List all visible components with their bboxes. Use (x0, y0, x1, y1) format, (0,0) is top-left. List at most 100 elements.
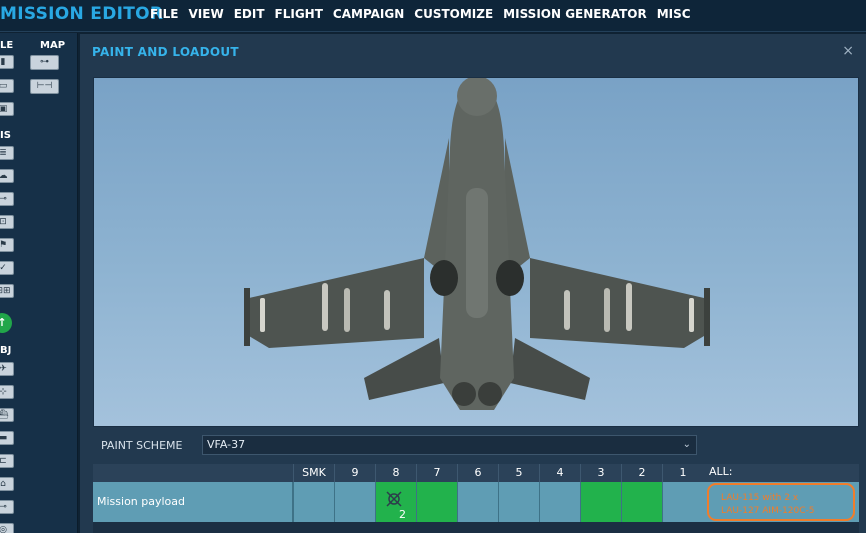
pylon-header-9: 9 (334, 464, 375, 482)
pylon-header-7: 7 (416, 464, 457, 482)
aircraft-body (244, 78, 710, 410)
briefing-button[interactable]: ≣ (0, 146, 14, 160)
pylon-header-row: SMK 9 8 7 6 5 4 3 2 1 ALL: (93, 464, 859, 482)
sound-icon: ◎ (0, 525, 7, 533)
chevron-down-icon: ⌄ (682, 439, 691, 450)
add-helicopter-button[interactable]: ⊹ (0, 385, 14, 399)
mission-payload-label: Mission payload (97, 482, 293, 522)
add-structure-button[interactable]: ⌂ (0, 477, 14, 491)
ruler-icon: ⊢⊣ (36, 81, 53, 91)
add-plane-button[interactable]: ✈ (0, 362, 14, 376)
weapon-rack-icon (386, 491, 402, 507)
flag-button[interactable]: ⚑ (0, 238, 14, 252)
close-icon[interactable]: × (842, 43, 854, 59)
pylon-table-next-row (93, 522, 859, 533)
flag-icon: ⚑ (0, 240, 7, 250)
add-static-button[interactable]: ⊏ (0, 454, 14, 468)
save-mission-button[interactable]: ▣ (0, 102, 14, 116)
map-ruler-button[interactable]: ⊢⊣ (30, 79, 59, 94)
all-pylons-loadout-line-2: LAU-127 AIM-120C-5 (721, 506, 815, 516)
zone-button[interactable]: ⊡ (0, 215, 14, 229)
group-button[interactable]: ⊞⊞ (0, 284, 14, 298)
new-mission-button[interactable]: ▮ (0, 55, 14, 69)
pylon-header-2: 2 (621, 464, 662, 482)
all-pylons-loadout-line-1: LAU-115 with 2 x (721, 493, 799, 503)
pylon-cell-5[interactable] (498, 482, 539, 522)
pylon-8-count: 2 (399, 508, 406, 521)
add-vehicle-button[interactable]: ▬ (0, 431, 14, 445)
main-menu: FILE VIEW EDIT FLIGHT CAMPAIGN CUSTOMIZE… (150, 7, 701, 21)
up-arrow-icon: ↑ (0, 316, 7, 329)
pylon-header-5: 5 (498, 464, 539, 482)
left-tool-panel: LE MAP ▮ ⊶ ▭ ⊢⊣ ▣ IS ≣ ☁ ⊸ ⊡ ⚑ ✓ ⊞⊞ ↑ BJ… (0, 33, 78, 533)
mission-payload-row: Mission payload 2 LAU-115 with 2 x LAU-1… (93, 482, 859, 522)
plane-icon: ✈ (0, 364, 7, 374)
menu-mission-generator[interactable]: MISSION GENERATOR (503, 7, 647, 21)
top-menu-bar: MISSION EDITOR FILE VIEW EDIT FLIGHT CAM… (0, 0, 866, 32)
save-icon: ▣ (0, 104, 7, 114)
ship-icon: ⛴ (0, 410, 9, 420)
key-icon: ⊶ (40, 57, 49, 67)
file-icon: ▮ (0, 57, 6, 67)
pylon-cell-9[interactable] (334, 482, 375, 522)
aircraft-illustration (244, 78, 710, 410)
zone-icon: ⊡ (0, 217, 7, 227)
all-pylons-cell[interactable]: LAU-115 with 2 x LAU-127 AIM-120C-5 (707, 483, 855, 521)
start-mission-button[interactable]: ↑ (0, 313, 12, 333)
menu-flight[interactable]: FLIGHT (275, 7, 323, 21)
helicopter-icon: ⊹ (0, 387, 7, 397)
open-mission-button[interactable]: ▭ (0, 79, 14, 93)
pylon-cell-4[interactable] (539, 482, 580, 522)
aircraft-preview (93, 77, 859, 427)
menu-customize[interactable]: CUSTOMIZE (414, 7, 493, 21)
pylon-header-8: 8 (375, 464, 416, 482)
pylon-cell-3[interactable] (580, 482, 621, 522)
paint-and-loadout-dialog: PAINT AND LOADOUT × PAINT SCHEME VFA-37 … (80, 34, 866, 533)
pylon-header-6: 6 (457, 464, 498, 482)
paint-scheme-label: PAINT SCHEME (101, 439, 183, 452)
vehicle-icon: ▬ (0, 433, 7, 443)
waypoint-icon: ⊸ (0, 502, 7, 512)
static-object-icon: ⊏ (0, 456, 7, 466)
pylon-header-1: 1 (662, 464, 703, 482)
add-ship-button[interactable]: ⛴ (0, 408, 14, 422)
pylon-cell-1[interactable] (662, 482, 703, 522)
document-icon: ≣ (0, 148, 7, 158)
file-section-label: LE (0, 40, 14, 51)
add-waypoint-button[interactable]: ⊸ (0, 500, 14, 514)
structure-icon: ⌂ (0, 479, 6, 489)
pylon-cell-8[interactable]: 2 (375, 482, 416, 522)
map-section-label: MAP (40, 40, 66, 51)
trigger-button[interactable]: ⊸ (0, 192, 14, 206)
all-pylons-loadout: LAU-115 with 2 x LAU-127 AIM-120C-5 (721, 492, 815, 518)
paint-scheme-value: VFA-37 (207, 438, 246, 451)
folder-icon: ▭ (0, 81, 7, 91)
map-key-button[interactable]: ⊶ (30, 55, 59, 70)
menu-campaign[interactable]: CAMPAIGN (333, 7, 404, 21)
trigger-icon: ⊸ (0, 194, 7, 204)
pylon-cell-6[interactable] (457, 482, 498, 522)
pylon-table: SMK 9 8 7 6 5 4 3 2 1 ALL: Mission paylo… (93, 464, 859, 533)
app-title: MISSION EDITOR (0, 4, 164, 24)
paint-scheme-select[interactable]: VFA-37 ⌄ (202, 435, 697, 455)
group-icon: ⊞⊞ (0, 286, 11, 296)
menu-misc[interactable]: MISC (657, 7, 691, 21)
pylon-cell-2[interactable] (621, 482, 662, 522)
tools-section-label: IS (0, 130, 11, 141)
pylon-header-3: 3 (580, 464, 621, 482)
dialog-title: PAINT AND LOADOUT (92, 45, 239, 59)
menu-file[interactable]: FILE (150, 7, 179, 21)
menu-view[interactable]: VIEW (189, 7, 224, 21)
all-pylons-label: ALL: (709, 465, 733, 478)
objects-section-label: BJ (0, 345, 12, 356)
pylon-header-4: 4 (539, 464, 580, 482)
pylon-cell-smk[interactable] (293, 482, 334, 522)
pylon-header-smk: SMK (293, 464, 334, 482)
check-button[interactable]: ✓ (0, 261, 14, 275)
menu-edit[interactable]: EDIT (234, 7, 265, 21)
cloud-icon: ☁ (0, 171, 8, 181)
pylon-cell-7[interactable] (416, 482, 457, 522)
check-icon: ✓ (0, 263, 7, 273)
add-sound-button[interactable]: ◎ (0, 523, 14, 533)
weather-button[interactable]: ☁ (0, 169, 14, 183)
